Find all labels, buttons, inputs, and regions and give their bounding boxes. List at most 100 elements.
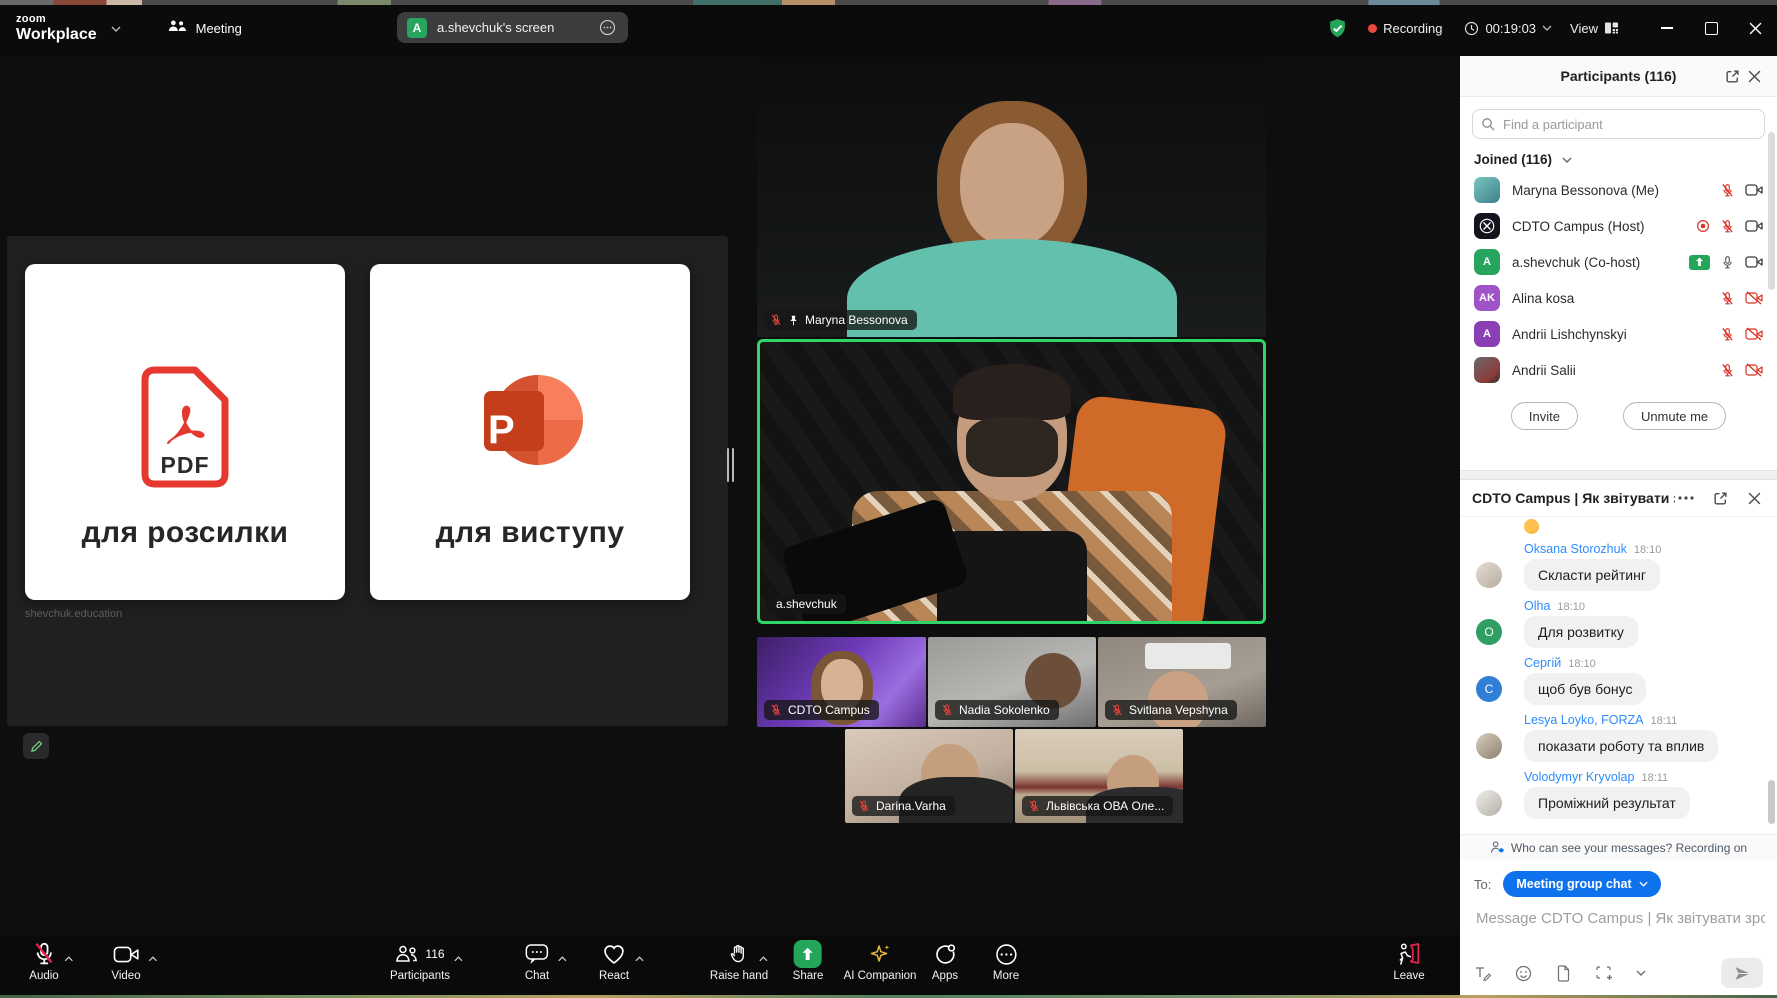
close-panel-icon[interactable] [1743,487,1765,509]
attach-file-icon[interactable] [1556,965,1571,982]
format-text-icon[interactable] [1474,965,1491,982]
view-button[interactable]: View [1570,21,1619,36]
participant-video-name: CDTO Campus [788,703,870,717]
chat-more-icon[interactable] [1675,487,1697,509]
chat-message[interactable]: Volodymyr Kryvolap18:11 Проміжний резуль… [1460,770,1777,819]
more-label: More [993,970,1019,982]
chevron-up-icon[interactable] [148,949,157,967]
video-tile-shevchuk-active-speaker[interactable]: a.shevchuk [757,339,1266,624]
participant-row[interactable]: A Andrii Lishchynskyi [1460,316,1777,352]
popout-icon[interactable] [1721,65,1743,87]
security-shield-icon[interactable] [1327,18,1348,39]
audio-button[interactable]: Audio [29,942,58,982]
camera-on-icon [1745,255,1763,269]
invite-button[interactable]: Invite [1511,402,1578,430]
recording-indicator[interactable]: Recording [1368,21,1442,36]
chat-message[interactable]: Lesya Loyko, FORZA18:11 показати роботу … [1460,713,1777,762]
participant-row[interactable]: CDTO Campus (Host) [1460,208,1777,244]
chevron-up-icon[interactable] [635,949,644,967]
chevron-up-icon[interactable] [64,949,73,967]
video-tile-svitlana[interactable]: Svitlana Vepshyna [1098,637,1266,727]
send-button[interactable] [1721,958,1763,988]
message-input[interactable] [1474,909,1767,928]
mic-muted-icon [1720,363,1735,378]
video-tile-nadia[interactable]: Nadia Sokolenko [928,637,1096,727]
participant-name: Andrii Salii [1512,363,1708,378]
close-panel-icon[interactable] [1743,65,1765,87]
chevron-up-icon[interactable] [759,949,768,967]
participant-row[interactable]: Andrii Salii [1460,352,1777,388]
camera-off-icon [1745,291,1763,305]
close-button[interactable] [1733,0,1777,56]
chat-button[interactable]: Chat [525,942,549,982]
participant-row[interactable]: AK Alina kosa [1460,280,1777,316]
video-tile-lvivska-ova[interactable]: Львівська ОВА Оле... [1015,729,1183,823]
zoom-workplace-logo: zoom Workplace [16,14,97,43]
ai-companion-button[interactable]: AI Companion [844,942,917,982]
screenshot-icon[interactable] [1595,965,1612,982]
search-input[interactable] [1472,109,1765,139]
video-tile-cdto[interactable]: CDTO Campus [757,637,926,727]
leave-button[interactable]: Leave [1393,942,1424,982]
raise-hand-button[interactable]: Raise hand [710,942,768,982]
chat-message[interactable]: Oksana Storozhuk18:10 Скласти рейтинг [1460,542,1777,591]
share-button[interactable]: Share [793,942,824,982]
react-button[interactable]: React [599,942,629,982]
meeting-tab-label: Meeting [196,21,242,36]
camera-off-icon [1745,363,1763,377]
chat-message[interactable]: Olha18:10 O Для розвитку [1460,599,1777,648]
participants-button[interactable]: 116 Participants [390,942,450,982]
workspace-chevron-down-icon[interactable] [111,19,121,37]
ppt-letter: P [488,408,515,453]
chevron-up-icon[interactable] [558,949,567,967]
participant-video-name: Svitlana Vepshyna [1129,703,1228,717]
participant-row[interactable]: Maryna Bessonova (Me) [1460,172,1777,208]
more-button[interactable]: More [993,942,1019,982]
close-icon [1749,22,1762,35]
participant-name: Maryna Bessonova (Me) [1512,183,1708,198]
people-icon [167,19,187,37]
participant-name: Andrii Lishchynskyi [1512,327,1708,342]
ppt-card-label: для виступу [370,516,690,550]
pdf-card-label: для розсилки [25,516,345,550]
screen-sharing-icon [1689,255,1710,270]
raise-hand-label: Raise hand [710,970,768,982]
video-tile-maryna[interactable]: Maryna Bessonova [757,56,1266,337]
joined-section-header[interactable]: Joined (116) [1460,143,1777,172]
chevron-down-icon[interactable] [1636,970,1646,976]
meeting-timer[interactable]: 00:19:03 [1464,21,1552,36]
unmute-me-button[interactable]: Unmute me [1623,402,1726,430]
timer-value: 00:19:03 [1485,21,1536,36]
chat-privacy-note[interactable]: Who can see your messages? Recording on [1460,834,1777,860]
minimize-button[interactable] [1645,0,1689,56]
avatar [1476,733,1502,759]
chevron-up-icon[interactable] [454,949,463,967]
recipient-selector[interactable]: Meeting group chat [1503,871,1660,897]
message-bubble: Скласти рейтинг [1524,559,1660,591]
participant-name: a.shevchuk (Co-host) [1512,255,1677,270]
maximize-button[interactable] [1689,0,1733,56]
participant-row[interactable]: A a.shevchuk (Co-host) [1460,244,1777,280]
video-button[interactable]: Video [111,942,140,982]
camera-icon [113,945,139,964]
mic-muted-icon [770,704,782,716]
tab-more-icon[interactable] [596,17,618,39]
timer-chevron-down-icon [1542,25,1552,31]
logo-zoom: zoom [16,14,97,25]
apps-button[interactable]: Apps [932,942,958,982]
tab-meeting[interactable]: Meeting [167,19,242,37]
popout-icon[interactable] [1709,487,1731,509]
participants-scrollbar[interactable] [1768,132,1775,290]
chat-scrollbar[interactable] [1768,780,1775,824]
tab-shared-screen[interactable]: A a.shevchuk's screen [397,12,628,43]
chat-messages[interactable]: Oksana Storozhuk18:10 Скласти рейтинг Ol… [1460,517,1777,834]
chat-message[interactable]: Сергій18:10 С щоб був бонус [1460,656,1777,705]
tile-name-label: Svitlana Vepshyna [1105,700,1237,720]
panel-resize-handle[interactable] [727,445,734,485]
emoji-icon[interactable] [1515,965,1532,982]
silhouette [966,417,1058,477]
recording-active-icon [1696,219,1710,233]
pencil-icon [30,740,43,753]
video-tile-darina[interactable]: Darina.Varha [845,729,1013,823]
annotate-pencil-button[interactable] [23,733,49,759]
